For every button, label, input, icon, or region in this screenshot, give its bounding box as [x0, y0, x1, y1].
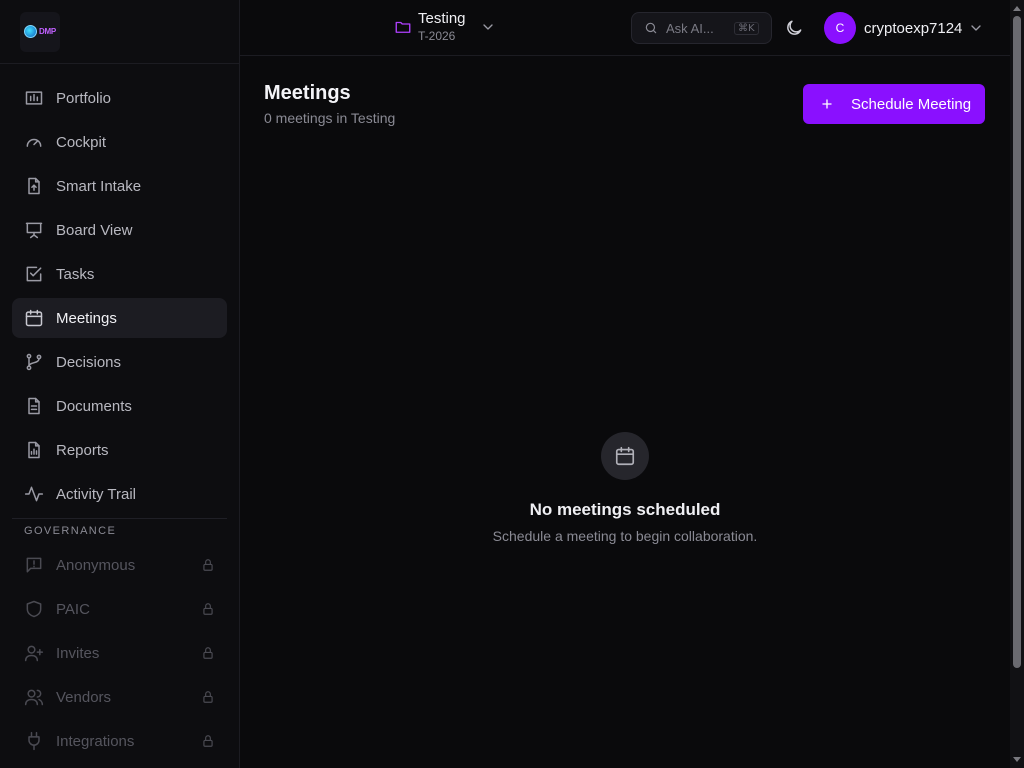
- sidebar-item-reports[interactable]: Reports: [12, 430, 227, 470]
- scroll-up-arrow[interactable]: [1013, 6, 1021, 11]
- project-name: Testing: [418, 10, 466, 27]
- sidebar-item-label: Smart Intake: [56, 177, 142, 195]
- page-title: Meetings: [264, 82, 351, 104]
- presentation-icon: [25, 222, 43, 239]
- logo-text: DMP: [39, 27, 56, 36]
- sidebar-item-label: Board View: [56, 221, 133, 239]
- sidebar-item-activity-trail[interactable]: Activity Trail: [12, 474, 227, 514]
- empty-state: No meetings scheduled Schedule a meeting…: [240, 432, 1010, 544]
- shortcut-badge: ⌘K: [734, 21, 759, 35]
- scroll-down-arrow[interactable]: [1013, 757, 1021, 762]
- schedule-meeting-button[interactable]: Schedule Meeting: [803, 84, 985, 124]
- sidebar-item-label: Meetings: [56, 309, 117, 327]
- sidebar-item-portfolio[interactable]: Portfolio: [12, 78, 227, 118]
- checkbox-icon: [26, 266, 42, 282]
- plug-icon: [28, 731, 40, 751]
- sidebar-item-documents[interactable]: Documents: [12, 386, 227, 426]
- sidebar-item-label: Activity Trail: [56, 485, 137, 503]
- chevron-down-icon: [482, 24, 493, 30]
- sidebar-item-label: Invites: [56, 644, 100, 662]
- shield-icon: [26, 600, 42, 618]
- lock-icon: [203, 647, 213, 659]
- empty-title: No meetings scheduled: [529, 500, 721, 519]
- page-subtitle: 0 meetings in Testing: [264, 110, 396, 126]
- main-content: Meetings 0 meetings in Testing Schedule …: [240, 56, 1010, 768]
- sidebar-item-smart-intake[interactable]: Smart Intake: [12, 166, 227, 206]
- sidebar-item-label: Reports: [56, 441, 109, 459]
- project-code: T-2026: [418, 29, 456, 43]
- folder-icon: [395, 21, 411, 33]
- top-header: Testing T-2026 ⌘K C cryptoexp7124: [240, 0, 1010, 56]
- sidebar-item-label: Portfolio: [56, 89, 112, 107]
- globe-icon: [24, 25, 38, 38]
- main-nav: Portfolio Cockpit Smart Intake Board Vie…: [0, 64, 239, 514]
- sidebar-item-meetings[interactable]: Meetings: [12, 298, 227, 338]
- sidebar-item-label: Vendors: [56, 688, 112, 706]
- activity-icon: [24, 486, 44, 502]
- ask-ai-search[interactable]: ⌘K: [631, 12, 772, 44]
- project-info: Testing T-2026: [418, 10, 466, 44]
- document-icon: [28, 397, 40, 415]
- app-logo[interactable]: DMP: [20, 11, 60, 52]
- page-scrollbar[interactable]: [1010, 0, 1024, 768]
- sidebar-item-integrations[interactable]: Integrations: [12, 721, 227, 761]
- search-input[interactable]: [666, 20, 728, 36]
- calendar-icon: [25, 309, 43, 327]
- sidebar-item-label: Anonymous: [56, 556, 136, 574]
- chevron-down-icon: [971, 25, 982, 31]
- scroll-thumb[interactable]: [1013, 16, 1021, 668]
- sidebar-item-label: PAIC: [56, 600, 90, 618]
- sidebar-item-label: Cockpit: [56, 133, 107, 151]
- sidebar-item-paic[interactable]: PAIC: [12, 589, 227, 629]
- git-branch-icon: [26, 353, 42, 371]
- sidebar-item-label: Tasks: [56, 265, 95, 283]
- project-switcher[interactable]: Testing T-2026: [394, 10, 496, 44]
- lock-icon: [203, 691, 213, 703]
- moon-icon[interactable]: [784, 18, 804, 38]
- sidebar-item-anonymous[interactable]: Anonymous: [12, 545, 227, 585]
- lock-icon: [203, 735, 213, 747]
- sidebar-item-invites[interactable]: Invites: [12, 633, 227, 673]
- avatar: C: [824, 12, 856, 44]
- sidebar-item-decisions[interactable]: Decisions: [12, 342, 227, 382]
- sidebar-item-cockpit[interactable]: Cockpit: [12, 122, 227, 162]
- sidebar-item-label: Documents: [56, 397, 132, 415]
- lock-icon: [203, 603, 213, 615]
- logo-area: DMP: [0, 0, 239, 64]
- gauge-icon: [26, 138, 42, 147]
- empty-subtitle: Schedule a meeting to begin collaboratio…: [492, 528, 758, 544]
- governance-heading: GOVERNANCE: [24, 525, 117, 537]
- file-upload-icon: [28, 177, 40, 195]
- button-label: Schedule Meeting: [851, 95, 972, 113]
- sidebar-item-label: Integrations: [56, 732, 135, 750]
- username: cryptoexp7124: [864, 19, 963, 37]
- sidebar-item-vendors[interactable]: Vendors: [12, 677, 227, 717]
- search-icon: [645, 22, 657, 34]
- empty-calendar-icon: [601, 432, 649, 480]
- user-plus-icon: [24, 645, 44, 662]
- user-menu[interactable]: C cryptoexp7124: [824, 12, 984, 44]
- portfolio-icon: [25, 91, 43, 105]
- governance-nav: Anonymous PAIC Invites Vendors Integrati…: [0, 543, 239, 761]
- report-icon: [28, 441, 40, 459]
- lock-icon: [203, 559, 213, 571]
- sidebar-item-board-view[interactable]: Board View: [12, 210, 227, 250]
- plus-icon: [822, 99, 832, 109]
- sidebar: DMP Portfolio Cockpit Smart Intake Board…: [0, 0, 240, 768]
- users-icon: [24, 689, 44, 706]
- message-alert-icon: [26, 557, 42, 573]
- sidebar-item-label: Decisions: [56, 353, 122, 371]
- sidebar-item-tasks[interactable]: Tasks: [12, 254, 227, 294]
